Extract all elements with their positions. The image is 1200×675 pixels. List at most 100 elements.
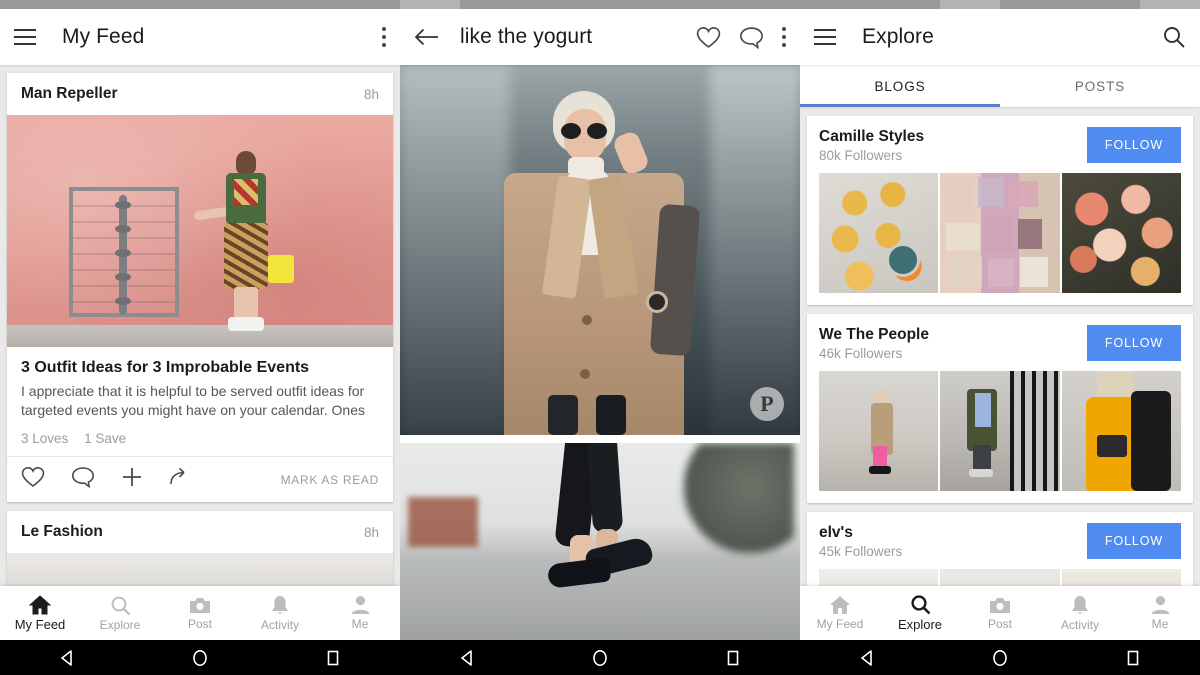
nav-item-my-feed[interactable]: My Feed — [800, 595, 880, 631]
status-notch-1 — [400, 0, 460, 9]
blog-thumbnails — [807, 173, 1193, 305]
system-home-icon[interactable] — [990, 648, 1010, 668]
os-status-strip — [0, 0, 1200, 9]
blog-thumbnail[interactable] — [1062, 371, 1181, 491]
nav-item-activity[interactable]: Activity — [240, 595, 320, 632]
heart-icon[interactable] — [21, 466, 45, 493]
blog-thumbnail[interactable] — [1062, 173, 1181, 293]
blog-card-header: elv's 45k Followers FOLLOW — [807, 512, 1193, 569]
article-body[interactable]: P — [400, 65, 800, 640]
pinterest-save-icon[interactable]: P — [750, 387, 784, 421]
blog-card[interactable]: We The People 46k Followers FOLLOW — [807, 314, 1193, 503]
blog-followers: 45k Followers — [819, 544, 1087, 559]
panel-explore: Explore BLOGS POSTS Camille Styles 8 — [800, 9, 1200, 640]
comment-icon[interactable] — [71, 466, 95, 493]
appbar-article: like the yogurt — [400, 9, 800, 65]
system-back-icon[interactable] — [857, 648, 877, 668]
hamburger-icon[interactable] — [14, 29, 36, 45]
nav-label: My Feed — [817, 617, 864, 631]
nav-item-my-feed[interactable]: My Feed — [0, 595, 80, 632]
system-home-icon[interactable] — [190, 648, 210, 668]
system-recents-icon[interactable] — [1123, 648, 1143, 668]
more-vertical-icon[interactable] — [782, 27, 786, 47]
blog-thumbnails — [807, 371, 1193, 503]
blog-thumbnail[interactable] — [819, 173, 938, 293]
article-photo[interactable] — [400, 443, 800, 640]
system-recents-icon[interactable] — [723, 648, 743, 668]
follow-button[interactable]: FOLLOW — [1087, 127, 1181, 163]
screenshot-root: My Feed Man Repeller 8h — [0, 0, 1200, 675]
feed-card-saves: 1 Save — [84, 431, 126, 446]
feed-card-blog-name[interactable]: Man Repeller — [21, 85, 117, 103]
follow-button[interactable]: FOLLOW — [1087, 523, 1181, 559]
follow-button[interactable]: FOLLOW — [1087, 325, 1181, 361]
feed-card-header: Le Fashion 8h — [7, 511, 393, 553]
hamburger-icon[interactable] — [814, 29, 836, 45]
feed-card-image[interactable] — [7, 115, 393, 347]
system-home-icon[interactable] — [590, 648, 610, 668]
tab-blogs[interactable]: BLOGS — [800, 65, 1000, 107]
page-title: My Feed — [62, 25, 144, 49]
blog-thumbnail[interactable] — [819, 371, 938, 491]
system-recents-icon[interactable] — [323, 648, 343, 668]
nav-label: Post — [188, 617, 212, 631]
heart-icon[interactable] — [696, 26, 721, 49]
android-system-nav — [0, 640, 1200, 675]
feed-card-blog-name[interactable]: Le Fashion — [21, 523, 103, 541]
feed-card[interactable]: Man Repeller 8h — [7, 73, 393, 502]
nav-item-me[interactable]: Me — [320, 595, 400, 631]
blog-followers: 46k Followers — [819, 346, 1087, 361]
appbar-explore: Explore — [800, 9, 1200, 65]
system-back-icon[interactable] — [457, 648, 477, 668]
explore-tabs: BLOGS POSTS — [800, 65, 1200, 107]
system-nav-group — [400, 640, 800, 675]
feed-card-actions: MARK AS READ — [7, 456, 393, 502]
blog-thumbnail[interactable] — [940, 173, 1059, 293]
feed-card-title[interactable]: 3 Outfit Ideas for 3 Improbable Events — [21, 359, 379, 377]
article-photo[interactable]: P — [400, 65, 800, 435]
nav-item-activity[interactable]: Activity — [1040, 595, 1120, 632]
photo-ground — [7, 325, 393, 347]
appbar-my-feed: My Feed — [0, 9, 400, 65]
article-title: like the yogurt — [460, 25, 592, 49]
nav-label: Explore — [100, 618, 141, 632]
blog-name[interactable]: Camille Styles — [819, 128, 1087, 146]
share-icon[interactable] — [169, 466, 193, 493]
photo-wall-bg — [7, 115, 393, 347]
nav-label: My Feed — [15, 617, 66, 632]
blog-name[interactable]: We The People — [819, 326, 1087, 344]
feed-card-body: 3 Outfit Ideas for 3 Improbable Events I… — [7, 347, 393, 422]
blog-name[interactable]: elv's — [819, 524, 1087, 542]
system-back-icon[interactable] — [57, 648, 77, 668]
nav-label: Activity — [1061, 618, 1099, 632]
mark-as-read-button[interactable]: MARK AS READ — [281, 473, 379, 487]
back-arrow-icon[interactable] — [414, 27, 440, 47]
feed-card-snippet: I appreciate that it is helpful to be se… — [21, 382, 379, 420]
blog-card[interactable]: Camille Styles 80k Followers FOLLOW — [807, 116, 1193, 305]
explore-blog-list[interactable]: Camille Styles 80k Followers FOLLOW — [800, 107, 1200, 640]
nav-label: Post — [988, 617, 1012, 631]
nav-label: Me — [1152, 617, 1169, 631]
blog-followers: 80k Followers — [819, 148, 1087, 163]
nav-item-explore[interactable]: Explore — [880, 594, 960, 632]
plus-icon[interactable] — [121, 466, 143, 493]
more-vertical-icon[interactable] — [382, 27, 386, 47]
nav-item-post[interactable]: Post — [160, 596, 240, 631]
feed-list[interactable]: Man Repeller 8h — [0, 65, 400, 640]
system-nav-group — [800, 640, 1200, 675]
nav-label: Activity — [261, 618, 299, 632]
nav-label: Me — [352, 617, 369, 631]
feed-card-time: 8h — [364, 87, 379, 102]
status-notch-3 — [1140, 0, 1200, 9]
status-notch-2 — [940, 0, 1000, 9]
tab-posts[interactable]: POSTS — [1000, 65, 1200, 107]
blog-card-header: We The People 46k Followers FOLLOW — [807, 314, 1193, 371]
nav-item-post[interactable]: Post — [960, 596, 1040, 631]
blog-thumbnail[interactable] — [940, 371, 1059, 491]
system-nav-group — [0, 640, 400, 675]
search-icon[interactable] — [1162, 25, 1186, 49]
comment-icon[interactable] — [739, 26, 764, 49]
blog-card-header: Camille Styles 80k Followers FOLLOW — [807, 116, 1193, 173]
nav-item-me[interactable]: Me — [1120, 595, 1200, 631]
nav-item-explore[interactable]: Explore — [80, 595, 160, 632]
